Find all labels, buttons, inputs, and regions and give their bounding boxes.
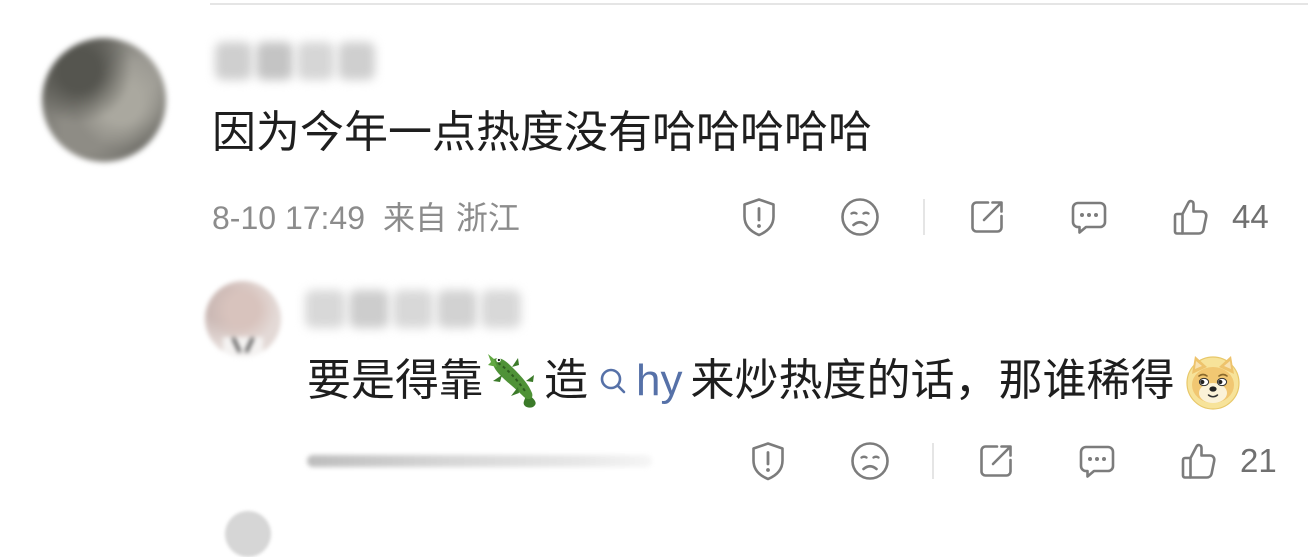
username-blur bbox=[437, 290, 477, 328]
username-blur bbox=[297, 42, 334, 80]
like-count: 44 bbox=[1232, 198, 1269, 235]
comment-meta bbox=[307, 455, 652, 467]
dislike-button[interactable] bbox=[838, 195, 882, 239]
comment-time: 8-10 17:49 bbox=[212, 200, 366, 236]
avatar[interactable] bbox=[225, 511, 271, 557]
reply-button[interactable] bbox=[1067, 195, 1111, 239]
doge-icon bbox=[1186, 356, 1241, 410]
reply-button[interactable] bbox=[1075, 439, 1119, 483]
dislike-button[interactable] bbox=[848, 439, 892, 483]
comment-icon bbox=[1067, 195, 1111, 239]
comment-text-part: 来炒热度的话，那谁稀得 bbox=[690, 356, 1175, 405]
report-button[interactable] bbox=[746, 439, 790, 483]
thumbs-up-icon bbox=[1176, 439, 1220, 483]
comment-text: 要是得靠 造 hy 来炒热度的话，那谁稀得 bbox=[307, 351, 1244, 411]
thumbs-up-icon bbox=[1168, 195, 1212, 239]
avatar[interactable] bbox=[205, 281, 281, 357]
like-button[interactable] bbox=[1176, 439, 1220, 483]
username-blur bbox=[256, 42, 293, 80]
report-icon bbox=[746, 439, 790, 483]
crocodile-icon bbox=[488, 354, 536, 408]
like-button[interactable] bbox=[1168, 195, 1212, 239]
username-blur bbox=[349, 290, 389, 328]
username-blur bbox=[305, 290, 345, 328]
report-button[interactable] bbox=[737, 195, 781, 239]
username[interactable] bbox=[215, 42, 377, 80]
avatar-detail bbox=[223, 337, 263, 357]
username-blur bbox=[481, 290, 521, 328]
frown-icon bbox=[838, 195, 882, 239]
username[interactable] bbox=[305, 290, 525, 328]
comment-text-part: 要是得靠 bbox=[307, 356, 483, 405]
comment-icon bbox=[1075, 439, 1119, 483]
share-icon bbox=[965, 195, 1009, 239]
like-count: 21 bbox=[1240, 442, 1277, 479]
share-icon bbox=[974, 439, 1018, 483]
action-divider bbox=[923, 199, 925, 235]
topic-link[interactable]: hy bbox=[598, 351, 682, 411]
username-blur bbox=[215, 42, 252, 80]
comment-meta: 8-10 17:49 来自 浙江 bbox=[212, 198, 520, 238]
avatar[interactable] bbox=[42, 38, 166, 162]
comment-text-part: 造 bbox=[544, 356, 588, 405]
comment-text: 因为今年一点热度没有哈哈哈哈哈 bbox=[212, 108, 872, 157]
topic-link-text: hy bbox=[636, 356, 683, 405]
action-divider bbox=[932, 443, 934, 479]
username-blur bbox=[393, 290, 433, 328]
comment-location: 来自 浙江 bbox=[383, 200, 520, 236]
share-button[interactable] bbox=[974, 439, 1018, 483]
report-icon bbox=[737, 195, 781, 239]
share-button[interactable] bbox=[965, 195, 1009, 239]
search-icon bbox=[600, 368, 626, 394]
frown-icon bbox=[848, 439, 892, 483]
top-divider bbox=[210, 3, 1308, 5]
username-blur bbox=[338, 42, 375, 80]
